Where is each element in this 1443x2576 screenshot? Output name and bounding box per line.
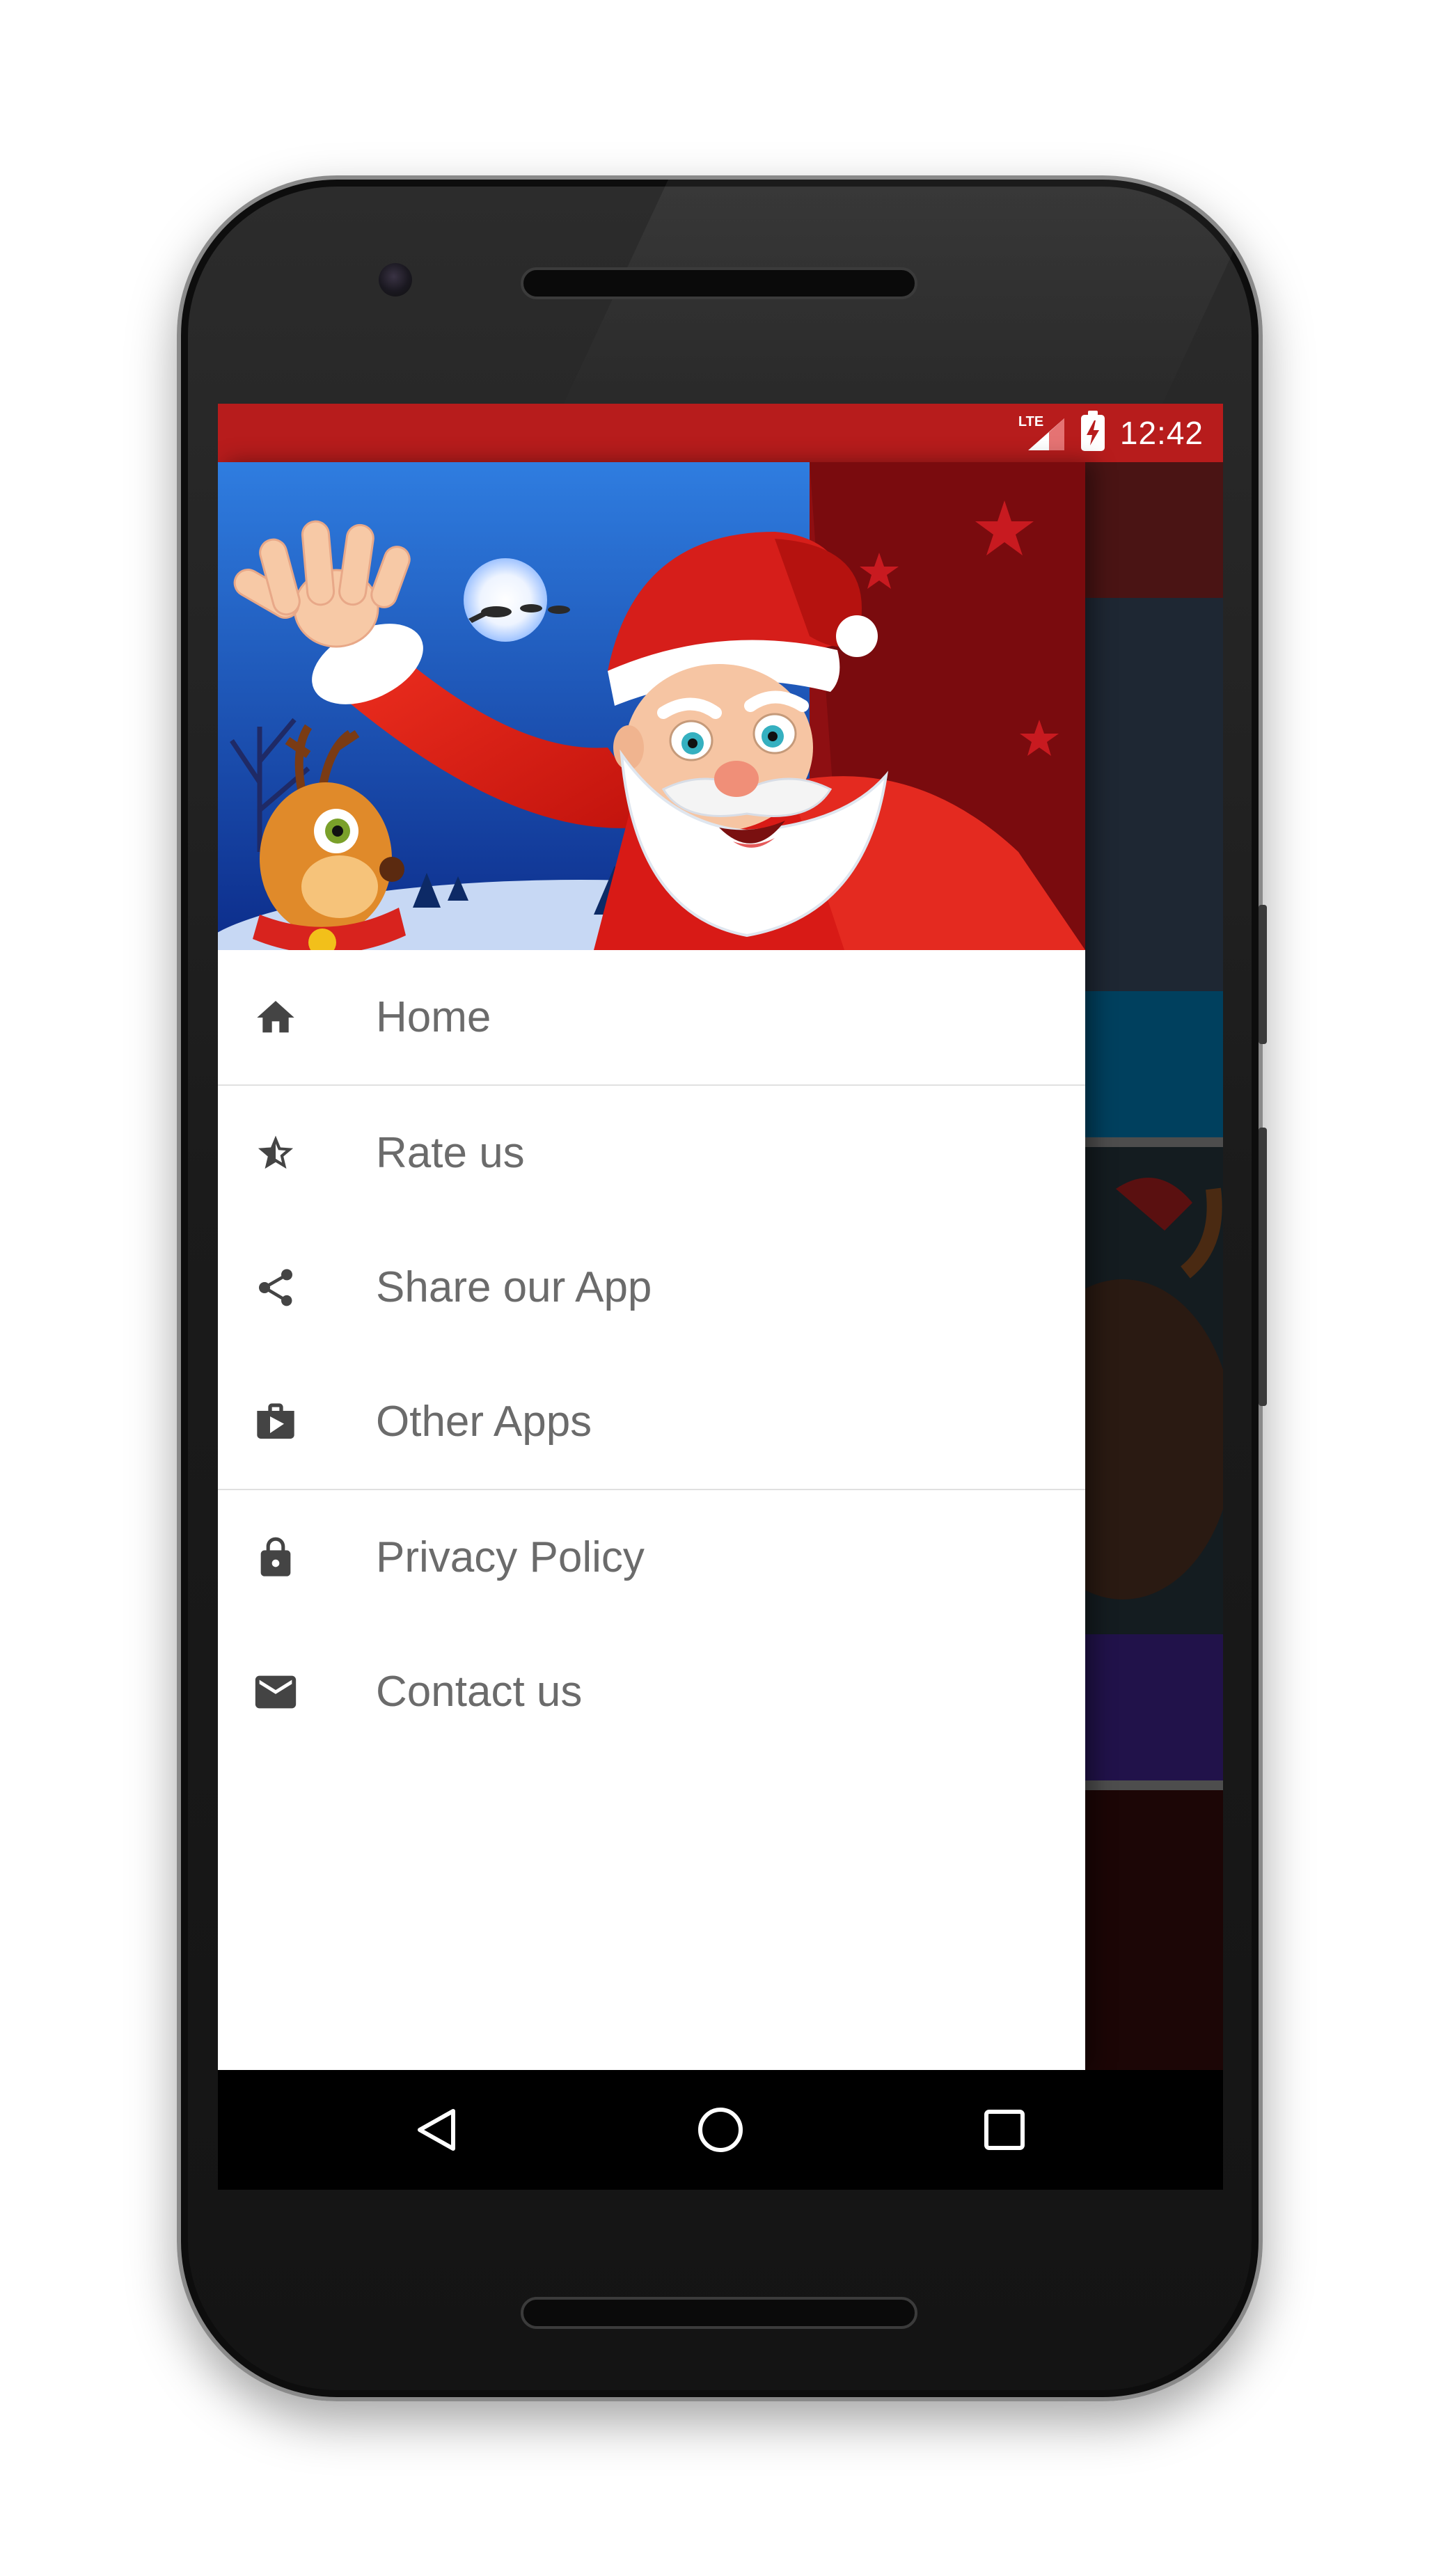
front-camera xyxy=(379,263,412,297)
menu-item-contact-us-label: Contact us xyxy=(376,1668,583,1716)
menu-item-other-apps-label: Other Apps xyxy=(376,1398,592,1446)
system-navigation-bar xyxy=(218,2070,1223,2190)
navigation-drawer: Home Rate us Share our App Other Apps Pr… xyxy=(218,462,1085,2070)
menu-item-home-label: Home xyxy=(376,993,491,1041)
menu-item-share-app[interactable]: Share our App xyxy=(218,1220,1085,1354)
nav-back-button[interactable] xyxy=(368,2070,507,2190)
home-circle-icon xyxy=(698,2108,743,2152)
shop-bag-icon xyxy=(250,1396,301,1448)
menu-item-share-app-label: Share our App xyxy=(376,1263,652,1311)
nav-home-button[interactable] xyxy=(651,2070,790,2190)
bottom-speaker-grille xyxy=(521,2297,917,2329)
side-button-volume xyxy=(1259,1128,1267,1406)
menu-item-rate-us[interactable]: Rate us xyxy=(218,1086,1085,1220)
battery-charging-icon xyxy=(1080,411,1105,451)
menu-item-contact-us[interactable]: Contact us xyxy=(218,1625,1085,1759)
menu-item-other-apps[interactable]: Other Apps xyxy=(218,1354,1085,1489)
lock-icon xyxy=(250,1532,301,1583)
status-bar: LTE 12:42 xyxy=(218,404,1223,462)
mail-icon xyxy=(250,1666,301,1718)
side-button-power xyxy=(1259,905,1267,1044)
share-icon xyxy=(250,1262,301,1313)
menu-item-rate-us-label: Rate us xyxy=(376,1129,525,1177)
status-icons: LTE 12:42 xyxy=(1018,404,1204,462)
star-icon xyxy=(250,1128,301,1179)
home-icon xyxy=(250,992,301,1043)
glass-reflection xyxy=(551,180,1259,430)
device-screen: LTE 12:42 Home Rate us Share our App Oth… xyxy=(218,404,1223,2190)
recents-square-icon xyxy=(984,2110,1025,2150)
clock: 12:42 xyxy=(1119,415,1204,451)
menu-item-privacy-policy[interactable]: Privacy Policy xyxy=(218,1490,1085,1625)
back-triangle-icon xyxy=(418,2109,455,2151)
lte-signal-icon: LTE xyxy=(1018,414,1066,452)
drawer-header-image xyxy=(218,462,1085,950)
nav-recents-button[interactable] xyxy=(935,2070,1074,2190)
menu-item-privacy-policy-label: Privacy Policy xyxy=(376,1533,645,1581)
top-speaker-grille xyxy=(521,267,917,299)
menu-item-home[interactable]: Home xyxy=(218,950,1085,1084)
drawer-menu: Home Rate us Share our App Other Apps Pr… xyxy=(218,950,1085,1759)
